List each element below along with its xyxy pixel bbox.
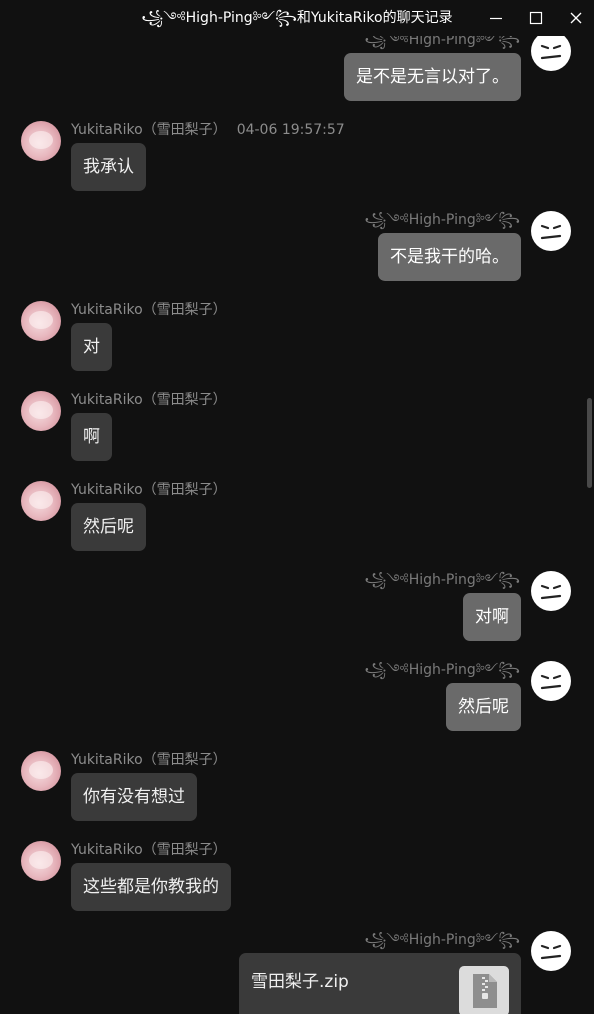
self-sender-name: ꧁༺High-Ping༻꧂: [364, 932, 520, 948]
self-avatar[interactable]: [531, 661, 571, 701]
contact-avatar[interactable]: [21, 301, 61, 341]
neutral-face-icon: [540, 944, 562, 960]
contact-sender-name: YukitaRiko（雪田梨子）: [71, 392, 227, 408]
close-button[interactable]: [564, 6, 588, 30]
self-avatar[interactable]: [531, 931, 571, 971]
neutral-face-icon: [540, 224, 562, 240]
contact-sender-name: YukitaRiko（雪田梨子）: [71, 482, 227, 498]
message-bubble[interactable]: 你有没有想过: [71, 773, 197, 821]
maximize-button[interactable]: [524, 6, 548, 30]
message-timestamp: 04-06 19:57:57: [236, 122, 345, 138]
neutral-face-icon: [540, 44, 562, 60]
contact-sender-name: YukitaRiko（雪田梨子）: [71, 752, 227, 768]
scrollbar-thumb[interactable]: [587, 398, 592, 488]
neutral-face-icon: [540, 674, 562, 690]
contact-sender-name: YukitaRiko（雪田梨子）: [71, 842, 227, 858]
minimize-button[interactable]: [484, 6, 508, 30]
contact-sender-line: YukitaRiko（雪田梨子） 04-06 19:57:57: [71, 121, 345, 139]
contact-avatar[interactable]: [21, 391, 61, 431]
self-sender-name: ꧁༺High-Ping༻꧂: [364, 662, 520, 678]
message-bubble[interactable]: 然后呢: [446, 683, 521, 731]
message-bubble[interactable]: 不是我干的哈。: [378, 233, 521, 281]
close-icon: [570, 12, 582, 24]
message-list[interactable]: ꧁༺High-Ping༻꧂ 是不是无言以对了。 YukitaRiko（雪田梨子）…: [0, 36, 594, 1014]
self-sender-name: ꧁༺High-Ping༻꧂: [364, 572, 520, 588]
minimize-icon: [490, 17, 502, 20]
message-bubble[interactable]: 是不是无言以对了。: [344, 53, 521, 101]
zip-file-icon: [459, 966, 509, 1014]
self-avatar[interactable]: [531, 36, 571, 71]
message-bubble[interactable]: 我承认: [71, 143, 146, 191]
chat-history-window: ꧁༺High-Ping༻꧂和YukitaRiko的聊天记录 ꧁༺High-Pin…: [0, 0, 594, 1014]
contact-avatar[interactable]: [21, 751, 61, 791]
self-sender-name: ꧁༺High-Ping༻꧂: [364, 212, 520, 228]
contact-avatar[interactable]: [21, 121, 61, 161]
file-message-card[interactable]: 雪田梨子.zip: [239, 953, 521, 1014]
message-bubble[interactable]: 啊: [71, 413, 112, 461]
contact-sender-name: YukitaRiko（雪田梨子）: [71, 302, 227, 318]
contact-avatar[interactable]: [21, 481, 61, 521]
self-sender-name: ꧁༺High-Ping༻꧂: [364, 36, 520, 48]
contact-sender-name: YukitaRiko（雪田梨子）: [71, 122, 227, 138]
title-bar: ꧁༺High-Ping༻꧂和YukitaRiko的聊天记录: [0, 0, 594, 36]
file-name: 雪田梨子.zip: [251, 972, 349, 992]
message-bubble[interactable]: 对: [71, 323, 112, 371]
self-avatar[interactable]: [531, 211, 571, 251]
message-bubble[interactable]: 这些都是你教我的: [71, 863, 231, 911]
contact-avatar[interactable]: [21, 841, 61, 881]
neutral-face-icon: [540, 584, 562, 600]
maximize-icon: [529, 11, 543, 25]
message-bubble[interactable]: 对啊: [463, 593, 521, 641]
message-bubble[interactable]: 然后呢: [71, 503, 146, 551]
self-avatar[interactable]: [531, 571, 571, 611]
